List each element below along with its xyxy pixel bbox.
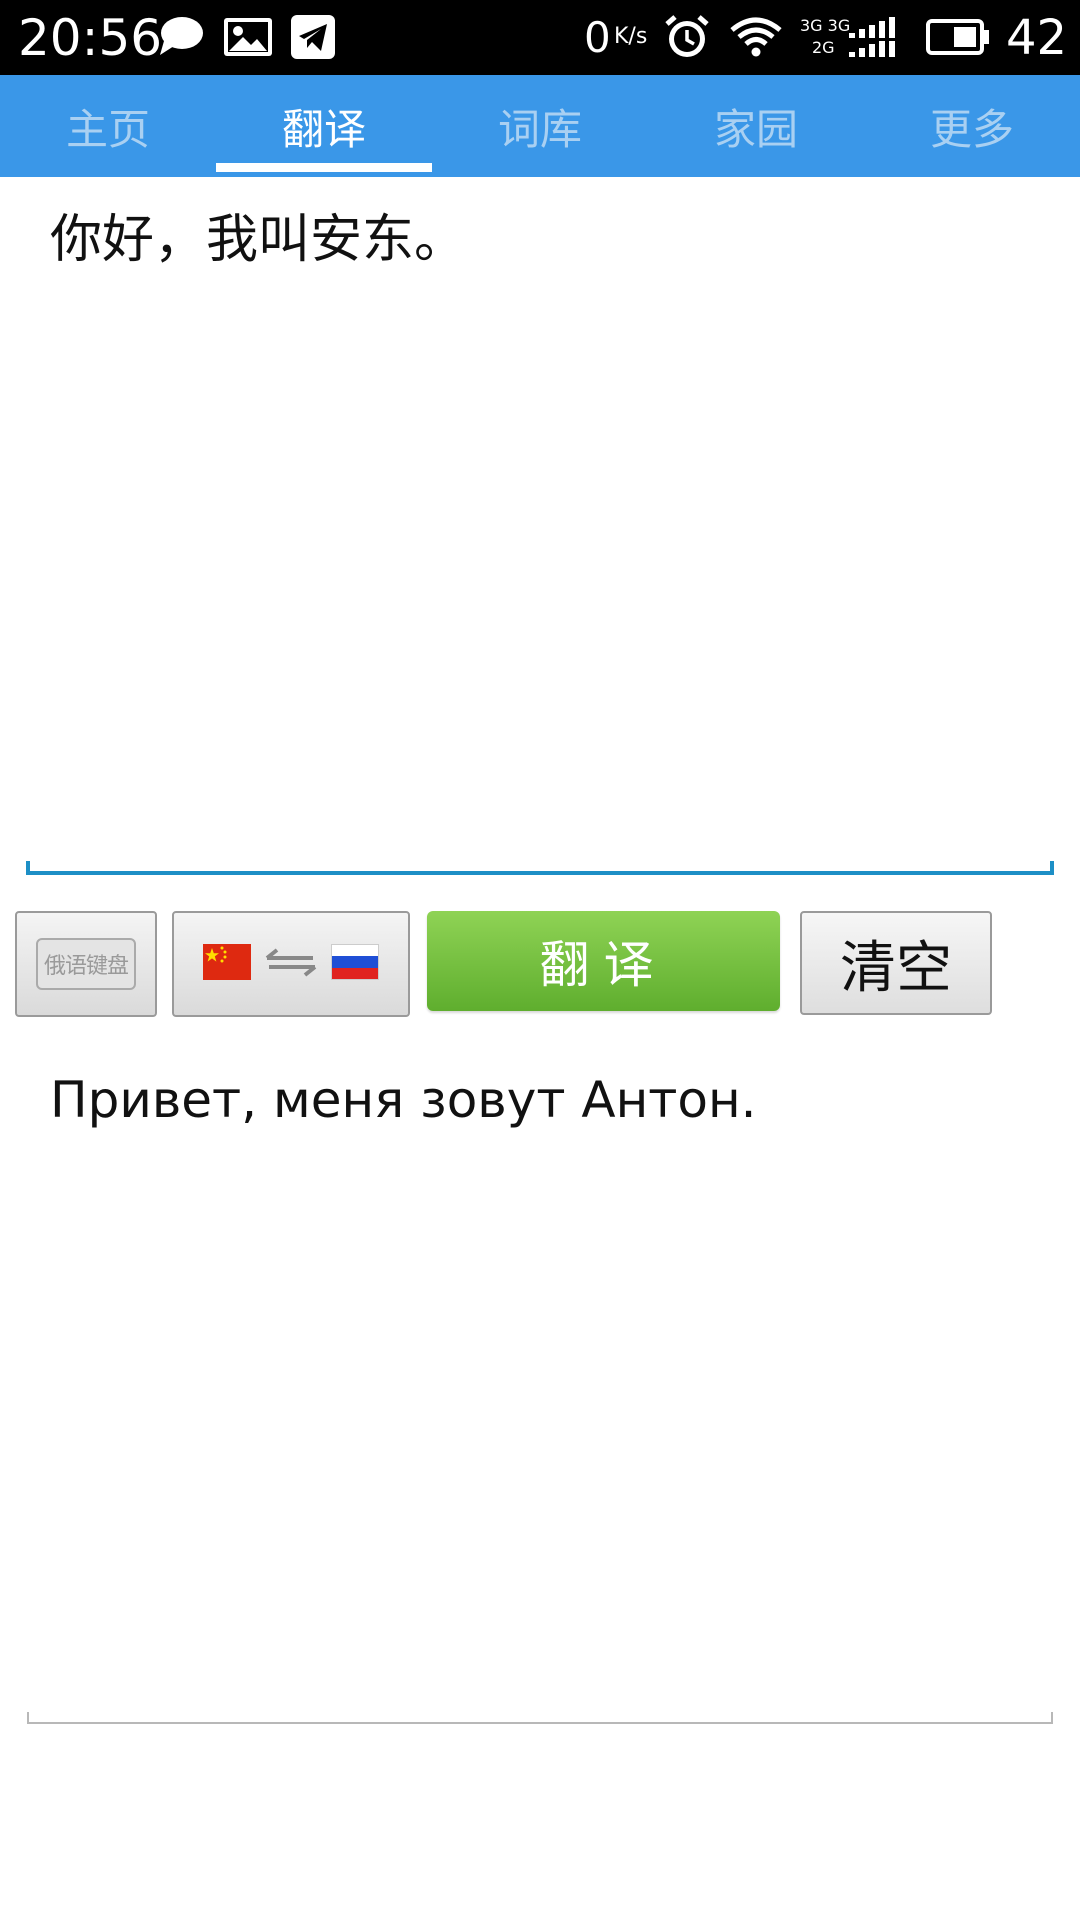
tab-translate[interactable]: 翻译 — [216, 75, 432, 177]
status-time: 20:56 — [18, 9, 163, 67]
chat-bubble-icon — [155, 12, 205, 62]
net-speed-unit: K/s — [614, 24, 648, 49]
alarm-icon — [662, 12, 712, 62]
source-text-input[interactable]: 你好，我叫安东。 — [28, 200, 1053, 860]
battery-level: 42 — [1006, 10, 1068, 66]
chinese-flag-icon — [203, 944, 251, 984]
network-type-top: 3G 3G — [800, 16, 851, 35]
tab-more[interactable]: 更多 — [864, 75, 1080, 177]
tab-home[interactable]: 主页 — [0, 75, 216, 177]
tab-bar: 主页 翻译 词库 家园 更多 — [0, 75, 1080, 177]
status-bar: 20:56 0 K/s 3G 3G 2G 42 — [0, 0, 1080, 75]
network-type-bottom: 2G — [812, 38, 835, 57]
keyboard-button-label: 俄语键盘 — [35, 938, 136, 990]
net-speed-value: 0 — [584, 13, 611, 62]
russian-keyboard-button[interactable]: 俄语键盘 — [15, 911, 157, 1017]
signal-icon — [848, 12, 906, 62]
clear-button[interactable]: 清空 — [800, 911, 992, 1015]
telegram-icon — [290, 12, 336, 62]
swap-arrows-icon — [263, 947, 319, 981]
tab-dictionary[interactable]: 词库 — [432, 75, 648, 177]
battery-icon — [925, 12, 991, 62]
gallery-icon — [222, 12, 274, 62]
active-tab-indicator — [216, 163, 432, 172]
tab-community[interactable]: 家园 — [648, 75, 864, 177]
swap-language-button[interactable] — [172, 911, 410, 1017]
wifi-icon — [728, 12, 784, 62]
translate-button[interactable]: 翻译 — [427, 911, 780, 1011]
russian-flag-icon — [331, 944, 379, 984]
output-underline — [27, 1712, 1053, 1724]
input-underline — [26, 861, 1054, 875]
translation-output: Привет, меня зовут Антон. — [50, 1071, 757, 1129]
